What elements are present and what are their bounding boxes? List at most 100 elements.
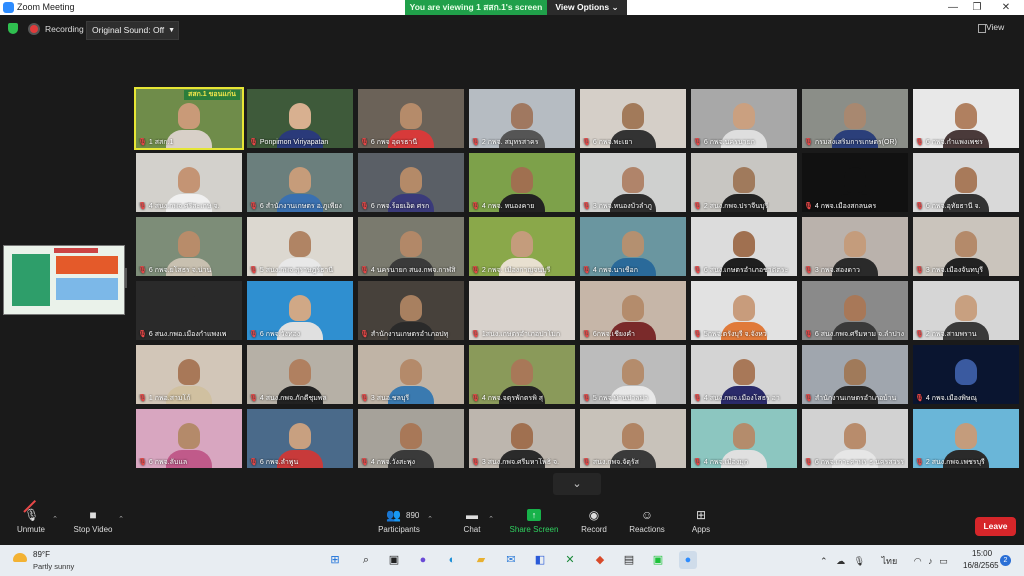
participant-video-tile[interactable]: 🎙 สำนักงานเกษตรอำเภอบ้าน bbox=[802, 345, 908, 404]
participant-video-tile[interactable]: 🎙 3 สนง.กพจ.ศรีมหาโพธิ จ. bbox=[469, 409, 575, 468]
line-app-icon[interactable]: ▣ bbox=[649, 551, 667, 569]
participant-video-tile[interactable]: 🎙 5 สนง.กพจ.สุราษฎร์ธานี bbox=[247, 217, 353, 276]
store-icon[interactable]: ◧ bbox=[531, 551, 549, 569]
panel-resize-handle[interactable] bbox=[125, 268, 127, 288]
participant-video-tile[interactable]: 🎙 4 สนง.กพจ.ศรีสะเกษ จ. bbox=[136, 153, 242, 212]
participant-video-tile[interactable]: 🎙 2 กพจ.สามพราน bbox=[913, 281, 1019, 340]
participant-video-tile[interactable]: 🎙 4 กพจ. หนองคาย bbox=[469, 153, 575, 212]
participant-video-tile[interactable]: 🎙 3 กพจ.หนองบัวลำภู bbox=[580, 153, 686, 212]
original-sound-toggle[interactable]: Original Sound: Off ▼ bbox=[86, 21, 179, 40]
weather-temperature[interactable]: 89°F bbox=[33, 550, 50, 559]
stop-video-button[interactable]: ■ Stop Video ⌃ bbox=[70, 509, 125, 534]
chat-button[interactable]: ▬ Chat ⌃ bbox=[458, 509, 494, 534]
participant-video-tile[interactable]: 🎙 6 สนง.กพอ.เมืองกำแพงเพ bbox=[136, 281, 242, 340]
edge-browser-icon[interactable]: ◐ bbox=[443, 551, 461, 569]
participant-video-tile[interactable]: 🎙 Ponpimon Viriyapatan bbox=[247, 89, 353, 148]
view-options-button[interactable]: View Options ⌄ bbox=[547, 0, 627, 15]
clock-date[interactable]: 16/8/2565 bbox=[963, 561, 999, 570]
participant-video-tile[interactable]: 🎙 6 กพจ.ร้อยเอ็ด ศรก bbox=[358, 153, 464, 212]
participant-video-tile[interactable]: 🎙 2 กพจ. เมืองกาญจนบุรี bbox=[469, 217, 575, 276]
participant-video-tile[interactable]: 🎙 5กพจ.ตรังบุรี จ.จังหว bbox=[691, 281, 797, 340]
file-explorer-icon[interactable]: ▰ bbox=[472, 551, 490, 569]
leave-button[interactable]: Leave bbox=[975, 517, 1016, 536]
notification-badge[interactable]: 2 bbox=[1000, 555, 1011, 566]
participant-video-tile[interactable]: 🎙 4 กพจ.เมืองมุก bbox=[691, 409, 797, 468]
close-icon[interactable]: ✕ bbox=[995, 1, 1017, 14]
participant-video-tile[interactable]: 🎙 4 นครนายก สนง.กพจ.กาฬสิ bbox=[358, 217, 464, 276]
participant-video-tile[interactable]: 🎙 4 สนง.กพจ.เมืองโสธร อา bbox=[691, 345, 797, 404]
powerpoint-icon[interactable]: ◆ bbox=[591, 551, 609, 569]
search-icon[interactable]: ⌕ bbox=[357, 551, 375, 569]
chevron-up-icon[interactable]: ⌃ bbox=[118, 515, 124, 523]
encryption-shield-icon[interactable] bbox=[8, 23, 18, 34]
restore-icon[interactable]: ❐ bbox=[966, 1, 988, 14]
unmute-button[interactable]: 🎙 Unmute ⌃ bbox=[12, 499, 58, 534]
sticky-notes-icon[interactable]: ▤ bbox=[620, 551, 638, 569]
participant-video-tile[interactable]: 🎙 6 กพจ.นครนายก bbox=[691, 89, 797, 148]
wifi-icon[interactable]: ◠ bbox=[914, 556, 922, 566]
participant-video-tile[interactable]: 🎙 6 กพจ.พะเยา bbox=[580, 89, 686, 148]
participant-video-tile[interactable]: 🎙 5 กพจ.บ้านปาลม่า bbox=[580, 345, 686, 404]
participant-video-tile[interactable]: 🎙 สนง.กพจ.จัตุรัส bbox=[580, 409, 686, 468]
participant-video-tile[interactable]: 🎙 6 กพจ.อุทัยธานี จ. bbox=[913, 153, 1019, 212]
task-view-icon[interactable]: ▣ bbox=[385, 551, 403, 569]
participant-video-tile[interactable]: 🎙 4 กพจ.นาเชือก bbox=[580, 217, 686, 276]
chevron-down-icon[interactable]: ▼ bbox=[168, 22, 175, 39]
participant-video-tile[interactable]: 🎙 4 กพจ.เมืองสกลนคร bbox=[802, 153, 908, 212]
participant-video-tile[interactable]: 🎙 4 กพจ.วังสะพุง bbox=[358, 409, 464, 468]
chevron-up-icon[interactable]: ⌃ bbox=[820, 556, 828, 566]
shared-screen-thumbnail[interactable] bbox=[3, 245, 125, 315]
apps-button[interactable]: ⊞ Apps bbox=[688, 509, 714, 534]
zoom-taskbar-icon[interactable]: ● bbox=[679, 551, 697, 569]
excel-icon[interactable]: ✕ bbox=[561, 551, 579, 569]
participant-video-tile[interactable]: 🎙 3 กพจ.สองดาว bbox=[802, 217, 908, 276]
input-language[interactable]: ไทย bbox=[882, 556, 898, 566]
minimize-icon[interactable]: — bbox=[942, 1, 964, 14]
chevron-up-icon[interactable]: ⌃ bbox=[52, 515, 58, 523]
participant-name: 6 สนง.กพอ.เมืองกำแพงเพ bbox=[148, 331, 227, 338]
participant-video-tile[interactable]: 🎙 3 สนอ.ชลบุรี bbox=[358, 345, 464, 404]
participant-video-tile[interactable]: 🎙 6 สำนักงานเกษตร อ.ภูเพียง bbox=[247, 153, 353, 212]
participant-video-tile[interactable]: สสก.1 ขอนแก่น 🎙 1 สสก.1 bbox=[134, 87, 244, 150]
share-screen-button[interactable]: ↑ Share Screen bbox=[508, 509, 560, 534]
participant-video-tile[interactable]: 🎙 3 กพจ.เมืองจันทบุรี bbox=[913, 217, 1019, 276]
reactions-button[interactable]: ☺ Reactions bbox=[627, 509, 667, 534]
mail-icon[interactable]: ✉ bbox=[502, 551, 520, 569]
chevron-up-icon[interactable]: ⌃ bbox=[427, 515, 433, 523]
participant-video-tile[interactable]: 🎙 6 กพจ.ลับแล bbox=[136, 409, 242, 468]
participant-video-tile[interactable]: 🎙 6 กพจ.กำแพงเพชร bbox=[913, 89, 1019, 148]
participant-video-tile[interactable]: 🎙 2 สนง.กพจ.ปราจีนบุรี bbox=[691, 153, 797, 212]
participant-video-tile[interactable]: 🎙 กรมส่งเสริมการเกษตร(OR) bbox=[802, 89, 908, 148]
view-layout-icon[interactable] bbox=[978, 24, 986, 33]
participant-video-tile[interactable]: 🎙 1 กพอ.สามโก้ bbox=[136, 345, 242, 404]
participant-video-tile[interactable]: 🎙 6 สนง.เกษตรอำเภอชาติตระ bbox=[691, 217, 797, 276]
participant-video-tile[interactable]: 🎙 6 กพจ.เกาะคาพร ธ.นครสวรร bbox=[802, 409, 908, 468]
view-button[interactable]: View bbox=[986, 22, 1004, 32]
participant-video-tile[interactable]: 🎙 4 สนง.กพจ.ภักดีชุมพล bbox=[247, 345, 353, 404]
battery-icon[interactable]: ▭ bbox=[939, 556, 948, 566]
participant-video-tile[interactable]: 🎙 6 กพจ อุดรธานี bbox=[358, 89, 464, 148]
partly-sunny-icon[interactable] bbox=[13, 553, 27, 562]
participant-video-tile[interactable]: 🎙 4 กพจ.จตุรพักตรพิ สุ bbox=[469, 345, 575, 404]
cloud-icon[interactable]: ☁ bbox=[836, 556, 845, 566]
record-button[interactable]: ◉ Record bbox=[578, 509, 610, 534]
chevron-up-icon[interactable]: ⌃ bbox=[488, 515, 494, 523]
participant-video-tile[interactable]: 🎙 1สนง.เกษตรอำเภอปาโมก bbox=[469, 281, 575, 340]
participant-video-tile[interactable]: 🎙 6 กพจ.ลำพูน bbox=[247, 409, 353, 468]
microphone-icon[interactable]: 🎙 bbox=[854, 556, 865, 566]
participant-video-tile[interactable]: 🎙 6 กพจ.ยโสธร จ.น่าน bbox=[136, 217, 242, 276]
speaker-icon[interactable]: ♪ bbox=[928, 556, 933, 566]
participant-video-tile[interactable]: 🎙 6 กพจ.วังทอง bbox=[247, 281, 353, 340]
participant-video-tile[interactable]: 🎙 4 กพจ.เมืองพิษณุ bbox=[913, 345, 1019, 404]
participant-video-tile[interactable]: 🎙 2 กพจ. สมุทรสาคร bbox=[469, 89, 575, 148]
participant-video-tile[interactable]: 🎙 6กพจ.เชียงคำ bbox=[580, 281, 686, 340]
start-menu-icon[interactable]: ⊞ bbox=[326, 551, 344, 569]
clock-time[interactable]: 15:00 bbox=[972, 549, 992, 558]
weather-description[interactable]: Partly sunny bbox=[33, 562, 74, 571]
participant-video-tile[interactable]: 🎙 สำนักงานเกษตรอำเภอปทุ bbox=[358, 281, 464, 340]
teams-chat-icon[interactable]: ● bbox=[414, 551, 432, 569]
participant-video-tile[interactable]: 🎙 6 สนง.กพจ.ศรีมหาม จ.ลำปาง bbox=[802, 281, 908, 340]
participants-button[interactable]: 👥 890 Participants ⌃ bbox=[373, 509, 433, 534]
next-page-chevron-icon[interactable]: ⌄ bbox=[553, 473, 601, 495]
participant-video-tile[interactable]: 🎙 2 สนง.กพจ.เพชรบุรี bbox=[913, 409, 1019, 468]
